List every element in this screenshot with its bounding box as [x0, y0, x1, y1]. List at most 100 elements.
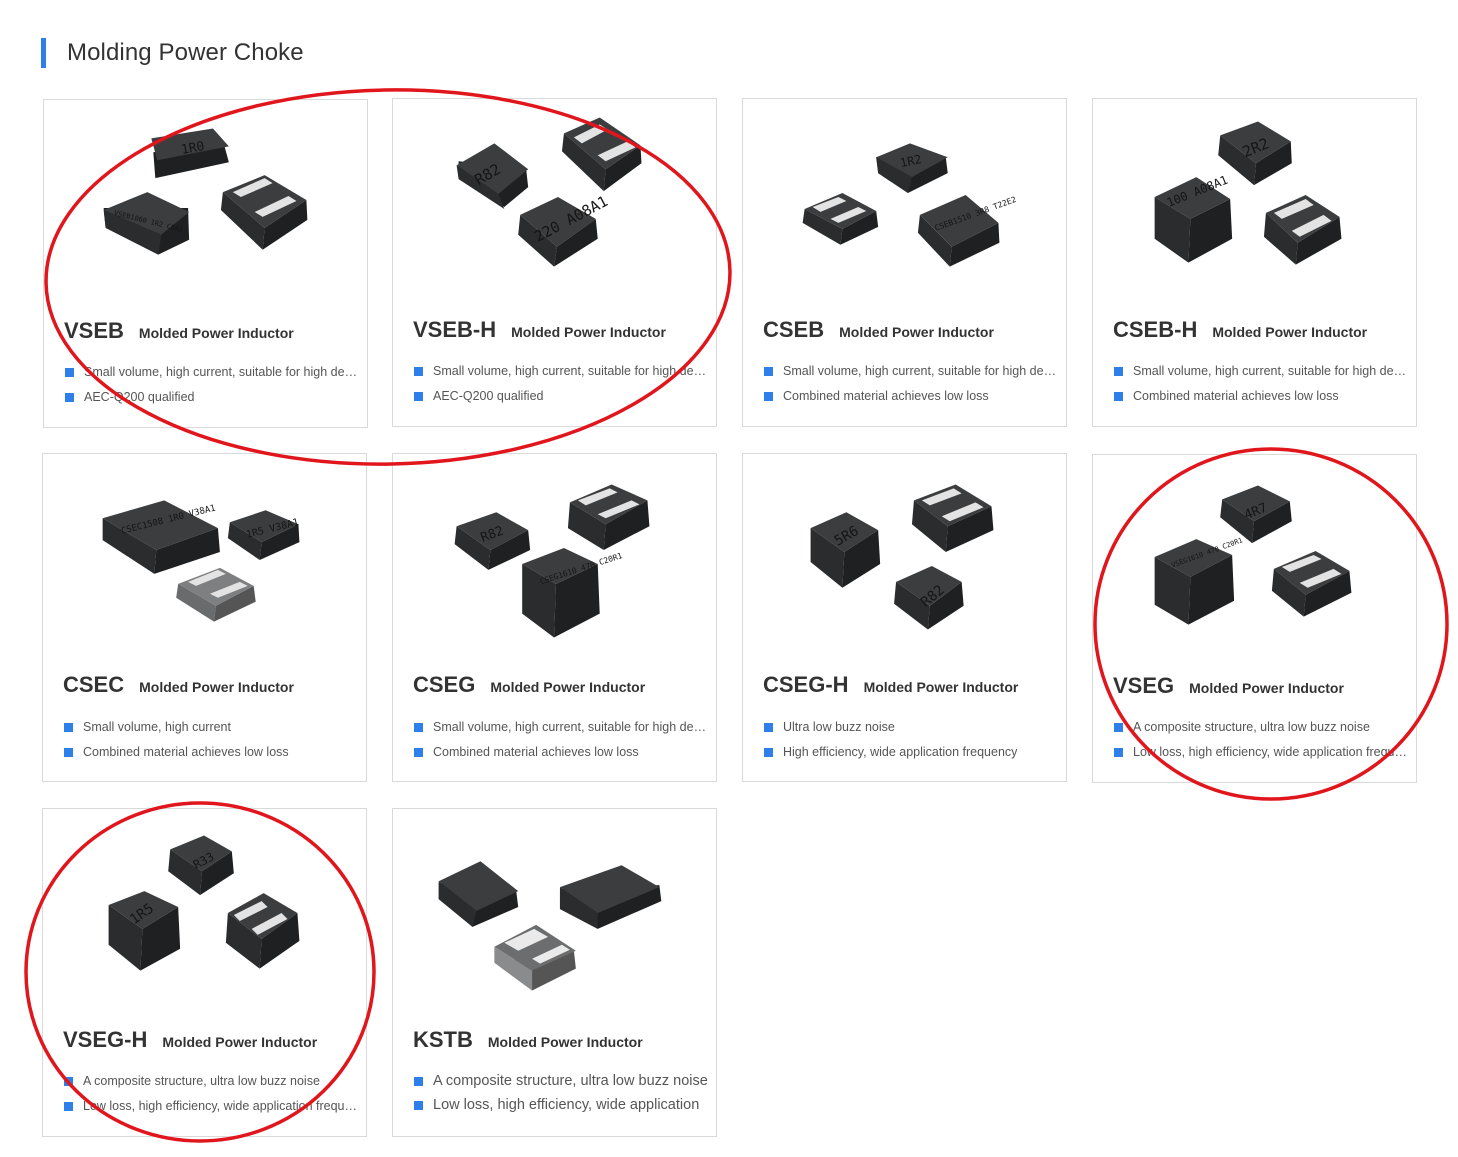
inductor-chip-icon	[225, 893, 300, 969]
product-name[interactable]: CSEB-H	[1113, 317, 1197, 343]
bullet-square-icon	[414, 366, 423, 376]
inductor-chip-icon: R82	[456, 143, 529, 209]
product-title-row: KSTB Molded Power Inductor	[413, 1027, 643, 1053]
product-image: R82 220 A08A1	[456, 117, 642, 267]
bullet-square-icon	[414, 747, 423, 757]
feature-item: Small volume, high current	[64, 720, 362, 734]
inductor-chip-icon: VSEB1060 1R2 C6A1	[103, 192, 190, 255]
bullet-square-icon	[64, 747, 73, 757]
product-image: R33 1R5	[108, 835, 300, 971]
product-card-vseb[interactable]: 1R0 VSEB1060 1R2 C6A1 VSEB Molded Power …	[43, 99, 368, 428]
product-name[interactable]: VSEB	[64, 318, 124, 344]
bullet-square-icon	[414, 1100, 423, 1110]
inductor-chip-icon: 1R5	[108, 891, 181, 971]
product-title-row: VSEG Molded Power Inductor	[1113, 673, 1344, 699]
feature-item: Small volume, high current, suitable for…	[65, 365, 363, 379]
product-name[interactable]: VSEG-H	[63, 1027, 147, 1053]
feature-item: AEC-Q200 qualified	[414, 389, 712, 403]
feature-item: Small volume, high current, suitable for…	[414, 364, 712, 378]
product-image: CSEC1508 1R0 V38A1 1R5 V38A1	[102, 500, 300, 622]
feature-item: Combined material achieves low loss	[764, 389, 1062, 403]
product-type: Molded Power Inductor	[490, 679, 646, 695]
inductor-chip-icon: 220 A08A1	[518, 192, 611, 267]
product-name[interactable]: KSTB	[413, 1027, 473, 1053]
bullet-square-icon	[414, 391, 423, 401]
product-card-cseg-h[interactable]: 5R6 R82 CSEG-H Molded Power Inductor Ult…	[742, 453, 1067, 782]
inductor-chip-icon: CSEB1510 3R8 T22E2	[917, 195, 1018, 267]
inductor-chip-icon: CSEG1610 470 C20R1	[522, 548, 624, 638]
bullet-square-icon	[1114, 722, 1123, 732]
product-type: Molded Power Inductor	[511, 324, 666, 340]
inductor-chip-icon	[438, 861, 519, 927]
inductor-chip-icon	[494, 924, 576, 991]
product-name[interactable]: VSEG	[1113, 673, 1174, 699]
feature-item: Small volume, high current, suitable for…	[764, 364, 1062, 378]
product-name[interactable]: CSEG	[413, 672, 475, 698]
inductor-chip-icon: 1R5 V38A1	[227, 510, 300, 560]
bullet-square-icon	[764, 366, 773, 376]
bullet-square-icon	[1114, 366, 1123, 376]
feature-item: A composite structure, ultra low buzz no…	[1114, 720, 1412, 734]
product-title-row: CSEB-H Molded Power Inductor	[1113, 317, 1367, 343]
inductor-chip-icon: R33	[168, 835, 234, 896]
bullet-square-icon	[65, 392, 74, 402]
feature-item: A composite structure, ultra low buzz no…	[414, 1073, 712, 1089]
feature-item: Small volume, high current, suitable for…	[1114, 364, 1412, 378]
inductor-chip-icon	[802, 193, 879, 245]
inductor-chip-icon	[561, 117, 642, 192]
product-card-vseg[interactable]: 4R7 VSEG1610 470 C20R1 VSEG Molded Power…	[1092, 454, 1417, 783]
product-image: 5R6 R82	[810, 484, 994, 630]
feature-item: Low loss, high efficiency, wide applicat…	[1114, 745, 1412, 759]
product-card-csec[interactable]: CSEC1508 1R0 V38A1 1R5 V38A1 CSEC Molded…	[42, 453, 367, 782]
inductor-chip-icon: CSEC1508 1R0 V38A1	[102, 500, 220, 574]
inductor-chip-icon	[559, 865, 662, 929]
bullet-square-icon	[64, 722, 73, 732]
inductor-chip-icon: VSEG1610 470 C20R1	[1154, 536, 1244, 625]
inductor-chip-icon	[176, 567, 256, 622]
feature-item: Combined material achieves low loss	[64, 745, 362, 759]
feature-item: A composite structure, ultra low buzz no…	[64, 1074, 362, 1088]
feature-item: Small volume, high current, suitable for…	[414, 720, 712, 734]
feature-item: AEC-Q200 qualified	[65, 390, 363, 404]
inductor-chip-icon	[1271, 551, 1352, 617]
product-image	[438, 861, 662, 991]
product-type: Molded Power Inductor	[487, 1034, 643, 1050]
product-card-kstb[interactable]: KSTB Molded Power Inductor A composite s…	[392, 808, 717, 1137]
product-type: Molded Power Inductor	[1212, 324, 1368, 340]
product-title-row: CSEC Molded Power Inductor	[63, 672, 294, 698]
section-accent-bar	[41, 38, 46, 68]
product-type: Molded Power Inductor	[839, 324, 994, 340]
product-card-vseg-h[interactable]: R33 1R5 VSEG-H Molded Power Inductor A c…	[42, 808, 367, 1137]
product-card-cseb[interactable]: 1R2 CSEB1510 3R8 T22E2 CSEB Molded Power…	[742, 98, 1067, 427]
product-title-row: CSEG Molded Power Inductor	[413, 672, 645, 698]
product-type: Molded Power Inductor	[138, 325, 294, 341]
product-type: Molded Power Inductor	[139, 679, 294, 695]
product-type: Molded Power Inductor	[863, 679, 1019, 695]
bullet-square-icon	[1114, 391, 1123, 401]
product-name[interactable]: CSEG-H	[763, 672, 849, 698]
bullet-square-icon	[64, 1076, 73, 1086]
product-name[interactable]: VSEB-H	[413, 317, 496, 343]
product-card-cseg[interactable]: R82 CSEG1610 470 C20R1 CSEG Molded Power…	[392, 453, 717, 782]
inductor-chip-icon: 1R0	[151, 128, 229, 179]
bullet-square-icon	[764, 722, 773, 732]
inductor-chip-icon: 100 A08A1	[1154, 173, 1233, 263]
inductor-chip-icon	[911, 484, 994, 553]
inductor-chip-icon	[1263, 195, 1342, 265]
product-title-row: CSEG-H Molded Power Inductor	[763, 672, 1018, 698]
product-type: Molded Power Inductor	[1189, 680, 1344, 696]
bullet-square-icon	[764, 747, 773, 757]
inductor-chip-icon: 1R2	[876, 143, 948, 194]
inductor-chip-icon: R82	[894, 565, 964, 630]
inductor-chip-icon	[220, 175, 308, 250]
product-image: 1R2 CSEB1510 3R8 T22E2	[802, 143, 1018, 267]
inductor-chip-icon: R82	[454, 512, 531, 570]
product-card-cseb-h[interactable]: 2R2 100 A08A1 CSEB-H Molded Power Induct…	[1092, 98, 1417, 427]
product-name[interactable]: CSEB	[763, 317, 824, 343]
feature-item: Combined material achieves low loss	[1114, 389, 1412, 403]
product-name[interactable]: CSEC	[63, 672, 124, 698]
inductor-chip-icon: 2R2	[1218, 121, 1292, 186]
bullet-square-icon	[764, 391, 773, 401]
product-type: Molded Power Inductor	[162, 1034, 318, 1050]
product-card-vseb-h[interactable]: R82 220 A08A1 VSEB-H Molded Power Induct…	[392, 98, 717, 427]
